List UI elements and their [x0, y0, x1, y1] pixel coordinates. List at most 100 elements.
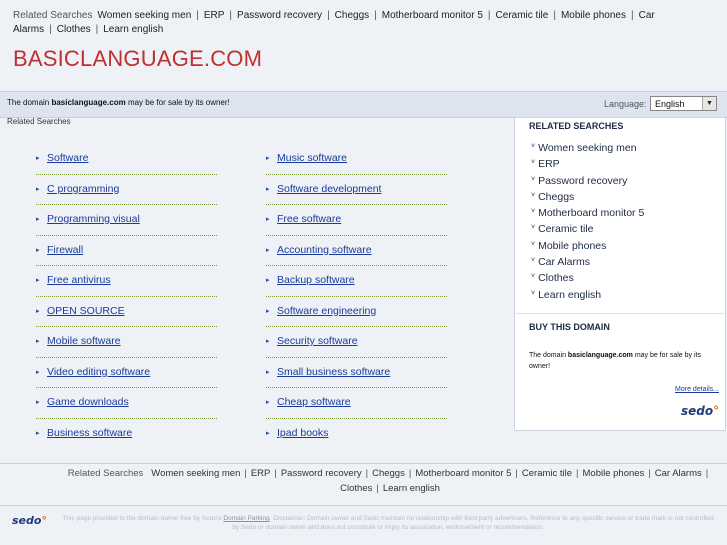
sale-domain: basiclanguage.com — [51, 98, 126, 107]
top-link[interactable]: ERP — [204, 10, 225, 21]
top-link[interactable]: Cheggs — [335, 10, 369, 21]
search-link[interactable]: Software development — [277, 183, 381, 195]
left-link-column: ▸ Software ▸ C programming ▸ Programming vi… — [36, 144, 217, 449]
footer: sedo° This page provided to the domain o… — [0, 505, 727, 540]
bottom-link[interactable]: Motherboard monitor 5 — [415, 468, 511, 479]
list-item[interactable]: ˅ Car Alarms — [531, 254, 644, 270]
bottom-link[interactable]: Clothes — [340, 483, 372, 494]
top-related-searches: Related Searches Women seeking men | ERP | Pa… — [13, 10, 655, 35]
bullet-icon: ▸ — [36, 399, 40, 406]
site-title: BASICLANGUAGE.COM — [13, 46, 263, 71]
list-item: ▸ Programming visual — [36, 205, 217, 236]
bullet-icon: ▸ — [266, 368, 270, 376]
search-link[interactable]: Security software — [277, 335, 358, 347]
side-related-heading: RELATED SEARCHES — [529, 121, 624, 131]
top-link[interactable]: Women seeking men — [98, 10, 192, 21]
footer-disclaimer: This page provided to the domain owner f… — [62, 515, 714, 531]
list-item: ▸ OPEN SOURCE — [36, 297, 217, 327]
bullet-icon: ▸ — [266, 429, 270, 437]
bottom-link[interactable]: Learn english — [383, 483, 440, 494]
list-item[interactable]: ˅ Clothes — [531, 270, 644, 286]
search-link[interactable]: Accounting software — [277, 244, 372, 256]
search-link[interactable]: Music software — [277, 152, 347, 164]
bullet-icon: ˅ — [531, 240, 536, 248]
bullet-icon: ▸ — [36, 338, 40, 345]
list-item: ▸ Software — [36, 144, 217, 175]
sale-bar: The domain basiclanguage.com may be for … — [0, 91, 727, 118]
list-item[interactable]: ˅ Women seeking men — [531, 140, 644, 156]
search-link[interactable]: Mobile software — [47, 335, 121, 347]
list-item[interactable]: ˅ Learn english — [531, 287, 644, 303]
bullet-icon: ▸ — [36, 368, 40, 376]
search-link[interactable]: Backup software — [277, 274, 355, 286]
bullet-icon: ▸ — [36, 246, 40, 254]
list-item: ▸ Video editing software — [36, 358, 217, 388]
search-link[interactable]: OPEN SOURCE — [47, 305, 125, 317]
list-item: ▸ C programming — [36, 175, 217, 205]
buy-domain-heading: BUY THIS DOMAIN — [529, 322, 610, 332]
list-item: ▸ Business software — [36, 419, 217, 450]
list-item: ▸ Free software — [266, 205, 447, 236]
bottom-link[interactable]: Cheggs — [372, 468, 405, 479]
search-link[interactable]: Business software — [47, 427, 132, 439]
bullet-icon: ˅ — [531, 159, 536, 167]
bottom-link[interactable]: Mobile phones — [583, 468, 645, 479]
list-item: ▸ Ipad books — [266, 419, 447, 450]
bullet-icon: ▸ — [266, 155, 270, 162]
domain-parking-link[interactable]: Domain Parking — [223, 515, 269, 522]
right-link-column: ▸ Music software ▸ Software development ▸ F… — [266, 144, 447, 449]
list-item[interactable]: ˅ Motherboard monitor 5 — [531, 205, 644, 221]
chevron-down-icon[interactable]: ▼ — [702, 97, 716, 110]
search-link[interactable]: Firewall — [47, 244, 83, 256]
search-link[interactable]: Free antivirus — [47, 274, 111, 286]
list-item[interactable]: ˅ Mobile phones — [531, 238, 644, 254]
bullet-icon: ▸ — [266, 399, 270, 406]
sedo-logo[interactable]: sedo° — [12, 514, 47, 527]
search-link[interactable]: Game downloads — [47, 396, 129, 408]
list-item[interactable]: ˅ Password recovery — [531, 173, 644, 189]
bullet-icon: ˅ — [531, 175, 536, 183]
search-link[interactable]: C programming — [47, 183, 119, 195]
list-item: ▸ Music software — [266, 144, 447, 175]
divider — [515, 313, 725, 314]
bottom-link[interactable]: Ceramic tile — [522, 468, 572, 479]
top-link[interactable]: Clothes — [57, 24, 91, 35]
list-item[interactable]: ˅ Cheggs — [531, 189, 644, 205]
search-link[interactable]: Programming visual — [47, 213, 140, 225]
bullet-icon: ˅ — [531, 208, 536, 216]
bottom-link[interactable]: ERP — [251, 468, 271, 479]
list-item: ▸ Firewall — [36, 236, 217, 266]
top-link[interactable]: Ceramic tile — [496, 10, 549, 21]
bullet-icon: ˅ — [531, 289, 536, 297]
bullet-icon: ▸ — [36, 429, 40, 437]
list-item[interactable]: ˅ Ceramic tile — [531, 221, 644, 237]
top-link[interactable]: Motherboard monitor 5 — [382, 10, 483, 21]
bullet-icon: ˅ — [531, 143, 536, 150]
list-item: ▸ Backup software — [266, 266, 447, 297]
search-link[interactable]: Software engineering — [277, 305, 376, 317]
top-link[interactable]: Password recovery — [237, 10, 322, 21]
related-searches-heading: Related Searches — [7, 117, 71, 126]
list-item: ▸ Software development — [266, 175, 447, 205]
bottom-link[interactable]: Women seeking men — [151, 468, 240, 479]
search-link[interactable]: Software — [47, 152, 88, 164]
bottom-link[interactable]: Car Alarms — [655, 468, 702, 479]
bullet-icon: ▸ — [266, 277, 270, 284]
search-link[interactable]: Small business software — [277, 366, 390, 378]
sale-notice: The domain basiclanguage.com may be for … — [7, 98, 230, 107]
side-related-list: ˅ Women seeking men ˅ ERP ˅ Password recove… — [531, 140, 644, 303]
bottom-link[interactable]: Password recovery — [281, 468, 362, 479]
search-link[interactable]: Video editing software — [47, 366, 150, 378]
sedo-logo[interactable]: sedo° — [681, 404, 719, 418]
list-item[interactable]: ˅ ERP — [531, 156, 644, 172]
bullet-icon: ˅ — [531, 257, 536, 265]
search-link[interactable]: Cheap software — [277, 396, 351, 408]
bullet-icon: ▸ — [266, 185, 270, 193]
search-link[interactable]: Ipad books — [277, 427, 328, 439]
top-link[interactable]: Mobile phones — [561, 10, 626, 21]
top-link[interactable]: Learn english — [103, 24, 163, 35]
list-item: ▸ Cheap software — [266, 388, 447, 419]
more-details-link[interactable]: More details... — [675, 386, 719, 393]
language-select[interactable]: English ▼ — [650, 96, 717, 111]
search-link[interactable]: Free software — [277, 213, 341, 225]
